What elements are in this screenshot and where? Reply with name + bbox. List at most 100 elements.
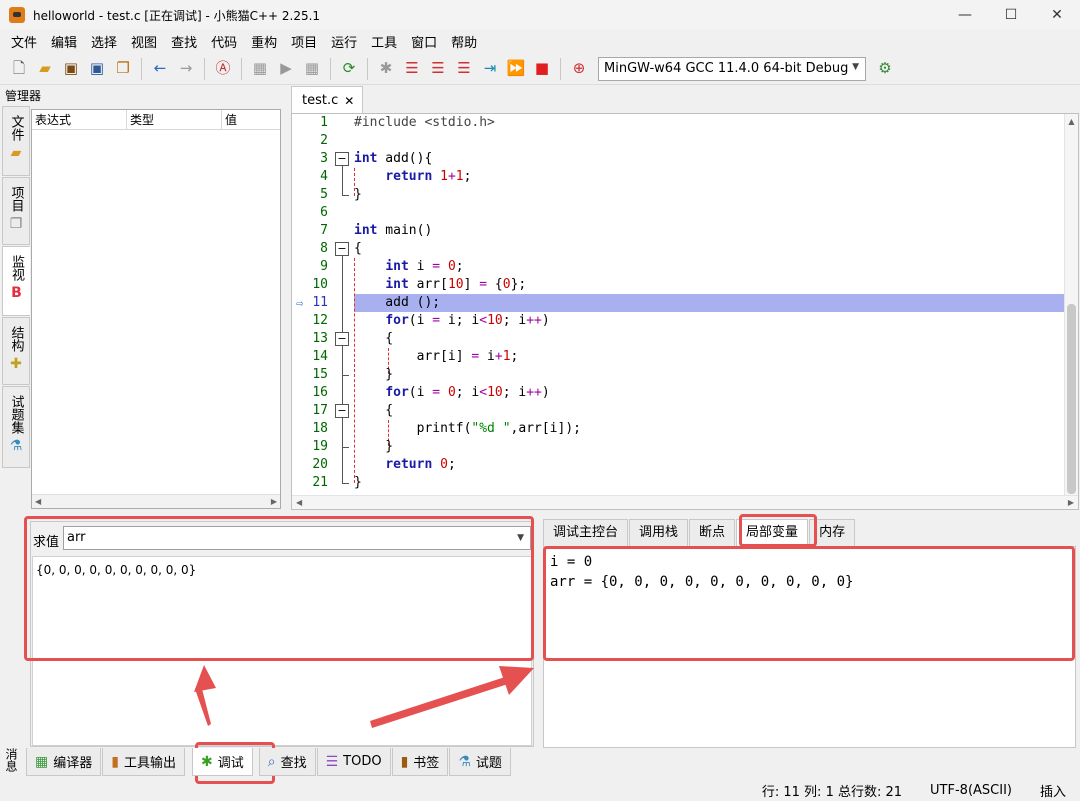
todo-icon: ☰	[325, 753, 339, 770]
watch-horizontal-scrollbar[interactable]: ◀ ▶	[32, 494, 280, 508]
step-out-icon[interactable]: ☰	[453, 58, 475, 80]
debug-icon[interactable]: ✱	[375, 58, 397, 80]
compile-run-icon[interactable]: ▦	[301, 58, 323, 80]
line-number[interactable]: 3	[292, 150, 328, 168]
save-as-icon[interactable]: ▣	[86, 58, 108, 80]
tab-tool-output[interactable]: ▮ 工具输出	[102, 748, 185, 776]
project-icon: ❐	[9, 216, 23, 232]
tab-breakpoints[interactable]: 断点	[689, 519, 736, 546]
fold-toggle[interactable]: −	[335, 404, 349, 418]
minimize-button[interactable]: —	[942, 0, 988, 30]
menu-run[interactable]: 运行	[324, 32, 364, 51]
structure-icon: ✚	[10, 356, 22, 372]
compiler-select[interactable]: MinGW-w64 GCC 11.4.0 64-bit Debug ▼	[598, 56, 866, 81]
tab-search[interactable]: ⌕ 查找	[258, 748, 316, 776]
format-code-icon[interactable]: Ⓐ	[212, 58, 234, 80]
menu-help[interactable]: 帮助	[444, 32, 484, 51]
forward-arrow-icon[interactable]: →	[175, 58, 197, 80]
tab-problems[interactable]: ⚗ 试题	[449, 748, 511, 776]
stop-icon[interactable]: ■	[531, 58, 553, 80]
code-editor[interactable]: 1 2 3 4 5 6 7 8 9 10 11 ⇨ 12 13 14 15 16 17 18 19 20 21 − − −…	[291, 113, 1079, 510]
open-folder-icon[interactable]: ▰	[34, 58, 56, 80]
save-all-icon[interactable]: ❐	[112, 58, 134, 80]
compiler-options-icon[interactable]: ⚙	[874, 58, 896, 80]
tab-debug-console[interactable]: 调试主控台	[543, 519, 629, 546]
tab-debug[interactable]: ✱ 调试	[191, 748, 253, 776]
line-number[interactable]: 2	[292, 132, 328, 150]
folder-icon: ▰	[10, 145, 22, 161]
close-tab-icon[interactable]: ✕	[344, 94, 354, 108]
tab-bookmarks[interactable]: ▮ 书签	[391, 748, 449, 776]
editor-horizontal-scrollbar[interactable]: ◀ ▶	[292, 495, 1078, 509]
maximize-button[interactable]: ☐	[988, 0, 1034, 30]
tab-todo[interactable]: ☰ TODO	[316, 748, 391, 776]
menu-file[interactable]: 文件	[4, 32, 44, 51]
step-over-icon[interactable]: ☰	[401, 58, 423, 80]
line-number[interactable]: 1	[292, 114, 328, 132]
menu-select[interactable]: 选择	[84, 32, 124, 51]
side-tab-label: 结构	[8, 326, 24, 352]
line-number[interactable]: 19	[292, 438, 328, 456]
editor-tab-test-c[interactable]: test.c ✕	[291, 86, 363, 114]
fold-toggle[interactable]: −	[335, 242, 349, 256]
side-tab-files[interactable]: 文件 ▰	[2, 106, 30, 176]
tab-compiler[interactable]: ▦ 编译器	[26, 748, 102, 776]
rebuild-icon[interactable]: ⟳	[338, 58, 360, 80]
watch-col-value[interactable]: 值	[222, 110, 280, 129]
line-number[interactable]: 6	[292, 204, 328, 222]
code-line: arr[i] = i+1;	[354, 349, 519, 364]
close-button[interactable]: ✕	[1034, 0, 1080, 30]
step-into-icon[interactable]: ☰	[427, 58, 449, 80]
menu-edit[interactable]: 编辑	[44, 32, 84, 51]
line-number[interactable]: 9	[292, 258, 328, 276]
line-number[interactable]: 15	[292, 366, 328, 384]
menu-refactor[interactable]: 重构	[244, 32, 284, 51]
line-number[interactable]: 7	[292, 222, 328, 240]
line-number[interactable]: 20	[292, 456, 328, 474]
file-encoding[interactable]: UTF-8(ASCII)	[916, 783, 1026, 798]
code-line: {	[354, 241, 362, 256]
editor-scroll-thumb[interactable]	[1067, 304, 1076, 494]
run-to-cursor-icon[interactable]: ⇥	[479, 58, 501, 80]
compile-icon[interactable]: ▦	[249, 58, 271, 80]
line-number[interactable]: 11 ⇨	[292, 294, 328, 312]
fold-toggle[interactable]: −	[335, 332, 349, 346]
side-tab-structure[interactable]: 结构 ✚	[2, 317, 30, 385]
line-number[interactable]: 5	[292, 186, 328, 204]
menu-project[interactable]: 项目	[284, 32, 324, 51]
line-number[interactable]: 16	[292, 384, 328, 402]
line-number[interactable]: 13	[292, 330, 328, 348]
watch-header: 表达式 类型 值	[32, 110, 280, 130]
menu-view[interactable]: 视图	[124, 32, 164, 51]
line-number[interactable]: 10	[292, 276, 328, 294]
chevron-down-icon: ▼	[852, 61, 859, 72]
line-number[interactable]: 14	[292, 348, 328, 366]
line-number[interactable]: 18	[292, 420, 328, 438]
side-tab-watch[interactable]: 监视 B	[2, 246, 30, 316]
side-tab-project[interactable]: 项目 ❐	[2, 177, 30, 245]
save-icon[interactable]: ▣	[60, 58, 82, 80]
menu-window[interactable]: 窗口	[404, 32, 444, 51]
menu-find[interactable]: 查找	[164, 32, 204, 51]
tab-call-stack[interactable]: 调用栈	[629, 519, 689, 546]
run-icon[interactable]: ▶	[275, 58, 297, 80]
problem-icon: ⚗	[458, 753, 471, 770]
watch-col-type[interactable]: 类型	[127, 110, 222, 129]
line-number[interactable]: 4	[292, 168, 328, 186]
line-number[interactable]: 17	[292, 402, 328, 420]
menu-tools[interactable]: 工具	[364, 32, 404, 51]
watch-panel[interactable]: 表达式 类型 值 ◀ ▶	[31, 109, 281, 509]
code-area[interactable]: #include <stdio.h> int add(){ return 1+1…	[354, 114, 1064, 509]
menu-code[interactable]: 代码	[204, 32, 244, 51]
tab-label: 工具输出	[123, 756, 176, 771]
new-file-icon[interactable]: 🗋	[8, 58, 30, 80]
back-arrow-icon[interactable]: ←	[149, 58, 171, 80]
line-number[interactable]: 12	[292, 312, 328, 330]
line-number[interactable]: 21	[292, 474, 328, 492]
continue-icon[interactable]: ⏩	[505, 58, 527, 80]
add-watch-icon[interactable]: ⊕	[568, 58, 590, 80]
watch-col-expression[interactable]: 表达式	[32, 110, 127, 129]
line-number[interactable]: 8	[292, 240, 328, 258]
fold-toggle[interactable]: −	[335, 152, 349, 166]
side-tab-problem-set[interactable]: 试题集 ⚗	[2, 386, 30, 468]
